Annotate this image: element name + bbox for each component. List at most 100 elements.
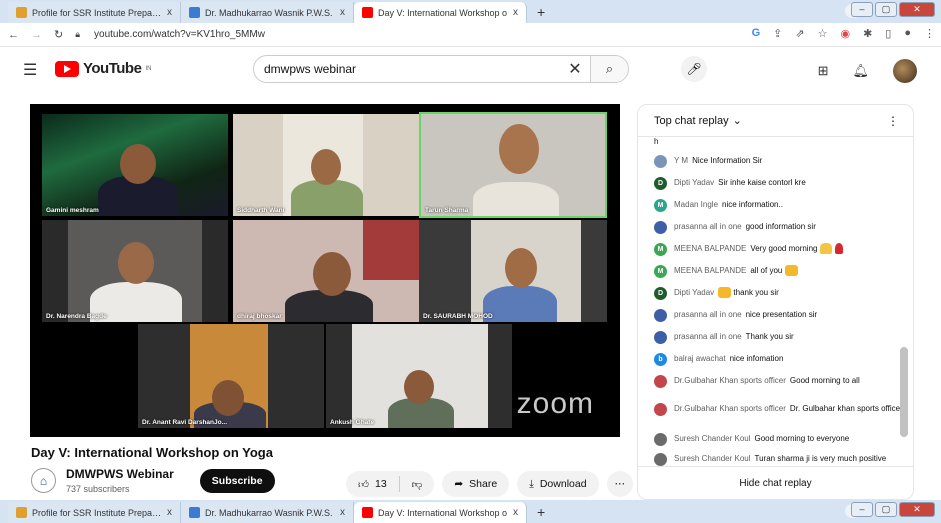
chevron-down-icon[interactable]: ⌄ xyxy=(733,114,742,127)
download-button[interactable]: ⤓ Download xyxy=(517,471,599,497)
reload-icon[interactable]: ↻ xyxy=(54,28,63,41)
minimize-icon[interactable]: – xyxy=(851,502,873,517)
chat-author: prasanna all in one xyxy=(674,332,742,341)
close-tab-icon[interactable]: x xyxy=(340,507,345,518)
profile-icon xyxy=(16,7,27,18)
participant-name: Dr. Narendra Bagde xyxy=(46,313,107,320)
youtube-icon xyxy=(362,7,373,18)
chat-message: prasanna all in one nice presentation sir xyxy=(654,309,904,322)
maximize-icon[interactable]: ▢ xyxy=(875,502,897,517)
puzzle-icon[interactable]: ✱ xyxy=(863,27,872,40)
create-icon[interactable]: ⊞ xyxy=(818,63,829,79)
youtube-logo[interactable]: YouTube IN xyxy=(55,60,151,77)
browser-tab-1[interactable]: Profile for SSR Institute Prepared x xyxy=(8,502,181,523)
youtube-header: ☰ YouTube IN dmwpws webinar ✕ ⌕ 🎤︎ ⊞ 🔔︎ xyxy=(0,47,941,91)
chat-mode-dropdown[interactable]: Top chat replay xyxy=(654,115,729,127)
minimize-icon[interactable]: – xyxy=(851,2,873,17)
wall-poster xyxy=(363,220,419,280)
chat-scrollbar[interactable] xyxy=(900,347,908,437)
close-tab-icon[interactable]: x xyxy=(513,7,518,18)
participant-tile: Dr. SAURABH MOHOD xyxy=(419,220,607,322)
microphone-icon[interactable]: 🎤︎ xyxy=(681,56,707,82)
like-count[interactable]: 13 xyxy=(375,478,387,490)
chat-author: Suresh Chander Koul xyxy=(674,434,751,443)
close-tab-icon[interactable]: x xyxy=(340,7,345,18)
share-icon: ➦ xyxy=(454,478,464,490)
browser-menu-icon[interactable]: ⋮ xyxy=(924,27,935,40)
site-icon xyxy=(189,507,200,518)
chat-message: Dr.Gulbahar Khan sports officer Good morn… xyxy=(654,375,904,388)
chat-text: thank you sir xyxy=(733,288,779,297)
clear-search-icon[interactable]: ✕ xyxy=(560,59,590,79)
chat-avatar: M xyxy=(654,243,667,256)
channel-avatar[interactable]: ⌂ xyxy=(31,468,56,493)
close-window-icon[interactable]: ✕ xyxy=(899,2,935,17)
bookmark-star-icon[interactable]: ☆ xyxy=(818,27,828,40)
notifications-bell-icon[interactable]: 🔔︎ xyxy=(852,63,869,79)
close-window-icon[interactable]: ✕ xyxy=(899,502,935,517)
hide-chat-button[interactable]: Hide chat replay xyxy=(638,466,913,499)
profile-icon xyxy=(16,507,27,518)
url-field[interactable]: youtube.com/watch?v=KV1hro_5MMw xyxy=(94,29,265,40)
install-icon[interactable]: ⇪ xyxy=(773,27,782,40)
like-icon[interactable]: 👍︎ xyxy=(358,478,369,491)
participant-tile: Gamini meshram xyxy=(42,114,228,216)
maximize-icon[interactable]: ▢ xyxy=(875,2,897,17)
search-input[interactable]: dmwpws webinar xyxy=(254,62,560,76)
dislike-icon[interactable]: 👎︎ xyxy=(412,478,423,491)
browser-tab-2[interactable]: Dr. Madhukarrao Wasnik P.W.S. x xyxy=(181,2,354,23)
participant-name: Siddharth Wani xyxy=(237,207,285,214)
profile-avatar-icon[interactable]: ● xyxy=(904,27,911,40)
tab-title: Dr. Madhukarrao Wasnik P.W.S. xyxy=(205,507,333,518)
live-chat-panel: Top chat replay ⌄ ⋮ h Y M Nice Informatio… xyxy=(637,104,914,500)
back-icon[interactable]: ← xyxy=(8,29,19,41)
extension-icon[interactable]: ◉ xyxy=(840,27,850,40)
new-tab-button[interactable]: + xyxy=(527,502,555,523)
participant-face xyxy=(505,248,537,288)
chat-avatar xyxy=(654,433,667,446)
channel-name[interactable]: DMWPWS Webinar xyxy=(66,467,174,481)
tab-title: Profile for SSR Institute Prepared xyxy=(32,7,162,18)
more-actions-button[interactable]: ⋯ xyxy=(606,471,634,497)
channel-row: ⌂ DMWPWS Webinar 737 subscribers Subscri… xyxy=(31,467,275,494)
menu-icon[interactable]: ☰ xyxy=(23,60,37,80)
chat-avatar xyxy=(654,221,667,234)
chat-author: Suresh Chander Koul xyxy=(674,454,751,463)
browser-tab-1[interactable]: Profile for SSR Institute Prepared x xyxy=(8,2,181,23)
browser-tab-bar-bottom: Profile for SSR Institute Prepared x Dr.… xyxy=(0,500,941,523)
chat-text: Dr. Gulbahar khan sports officer xyxy=(789,404,903,413)
lock-icon[interactable]: 🔒︎ xyxy=(75,29,80,40)
chat-text: Good morning to everyone xyxy=(754,434,850,443)
participant-figure xyxy=(483,286,557,322)
browser-tab-3[interactable]: Day V: International Workshop o x xyxy=(354,502,527,523)
youtube-play-icon xyxy=(55,60,79,77)
chat-message: b balraj awachat nice infomation xyxy=(654,353,904,366)
close-tab-icon[interactable]: x xyxy=(167,507,172,518)
account-avatar[interactable] xyxy=(893,59,917,83)
close-tab-icon[interactable]: x xyxy=(513,507,518,518)
participant-tile: Siddharth Wani xyxy=(233,114,419,216)
forward-icon[interactable]: → xyxy=(31,29,42,41)
search-box: dmwpws webinar ✕ ⌕ xyxy=(253,55,629,83)
chat-message: prasanna all in one Thank you sir xyxy=(654,331,904,344)
google-icon[interactable]: G xyxy=(752,27,761,40)
download-icon: ⤓ xyxy=(529,477,534,490)
chat-menu-icon[interactable]: ⋮ xyxy=(887,114,899,128)
new-tab-button[interactable]: + xyxy=(527,2,555,23)
participant-face xyxy=(311,149,341,185)
participant-name: Dr. SAURABH MOHOD xyxy=(423,313,493,320)
share-page-icon[interactable]: ⇗ xyxy=(795,27,804,40)
participant-tile: Ankush Ghate xyxy=(326,324,512,428)
video-player[interactable]: Gamini meshram Siddharth Wani Tarun Shar… xyxy=(30,104,620,437)
share-button[interactable]: ➦ Share xyxy=(442,471,510,497)
side-panel-icon[interactable]: ▯ xyxy=(885,27,891,40)
browser-tab-2[interactable]: Dr. Madhukarrao Wasnik P.W.S. x xyxy=(181,502,354,523)
chat-messages: h Y M Nice Information Sir D Dipti Yadav S… xyxy=(638,137,913,466)
browser-tab-3[interactable]: Day V: International Workshop o x xyxy=(354,2,527,23)
chat-avatar: D xyxy=(654,287,667,300)
close-tab-icon[interactable]: x xyxy=(167,7,172,18)
chat-author: Dipti Yadav xyxy=(674,178,715,187)
search-button[interactable]: ⌕ xyxy=(590,56,628,82)
participant-name: Gamini meshram xyxy=(46,207,99,214)
subscribe-button[interactable]: Subscribe xyxy=(199,468,275,493)
